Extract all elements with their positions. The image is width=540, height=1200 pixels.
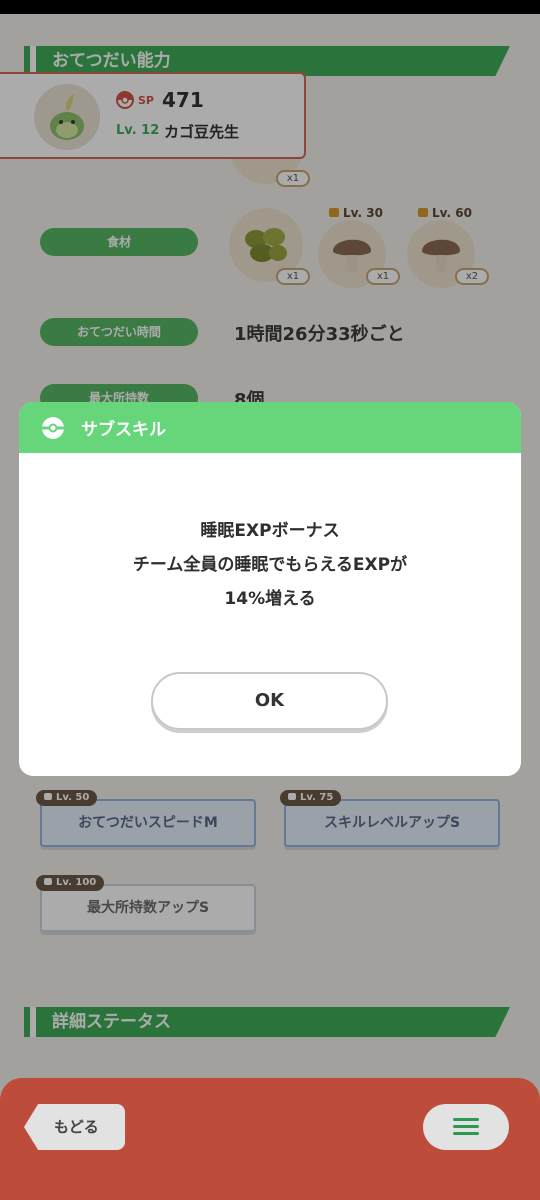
back-button[interactable]: もどる — [24, 1104, 125, 1150]
subskill-description: チーム全員の睡眠でもらえるEXPが — [132, 555, 408, 575]
menu-button[interactable] — [423, 1104, 509, 1150]
ok-button-label: OK — [254, 690, 285, 711]
modal-title: サブスキル — [81, 420, 166, 440]
status-bar — [0, 0, 540, 14]
modal-header: サブスキル — [19, 402, 521, 453]
hamburger-icon — [453, 1118, 479, 1121]
ok-button[interactable]: OK — [151, 672, 388, 730]
subskill-description: 14%増える — [224, 589, 316, 609]
back-button-label: もどる — [54, 1118, 99, 1136]
subskill-name: 睡眠EXPボーナス — [200, 521, 340, 541]
pokeball-icon — [42, 417, 64, 439]
modal-body: 睡眠EXPボーナス チーム全員の睡眠でもらえるEXPが 14%増える — [19, 514, 521, 616]
hamburger-icon — [453, 1125, 479, 1128]
hamburger-icon — [453, 1132, 479, 1135]
subskill-modal: サブスキル 睡眠EXPボーナス チーム全員の睡眠でもらえるEXPが 14%増える… — [19, 402, 521, 776]
